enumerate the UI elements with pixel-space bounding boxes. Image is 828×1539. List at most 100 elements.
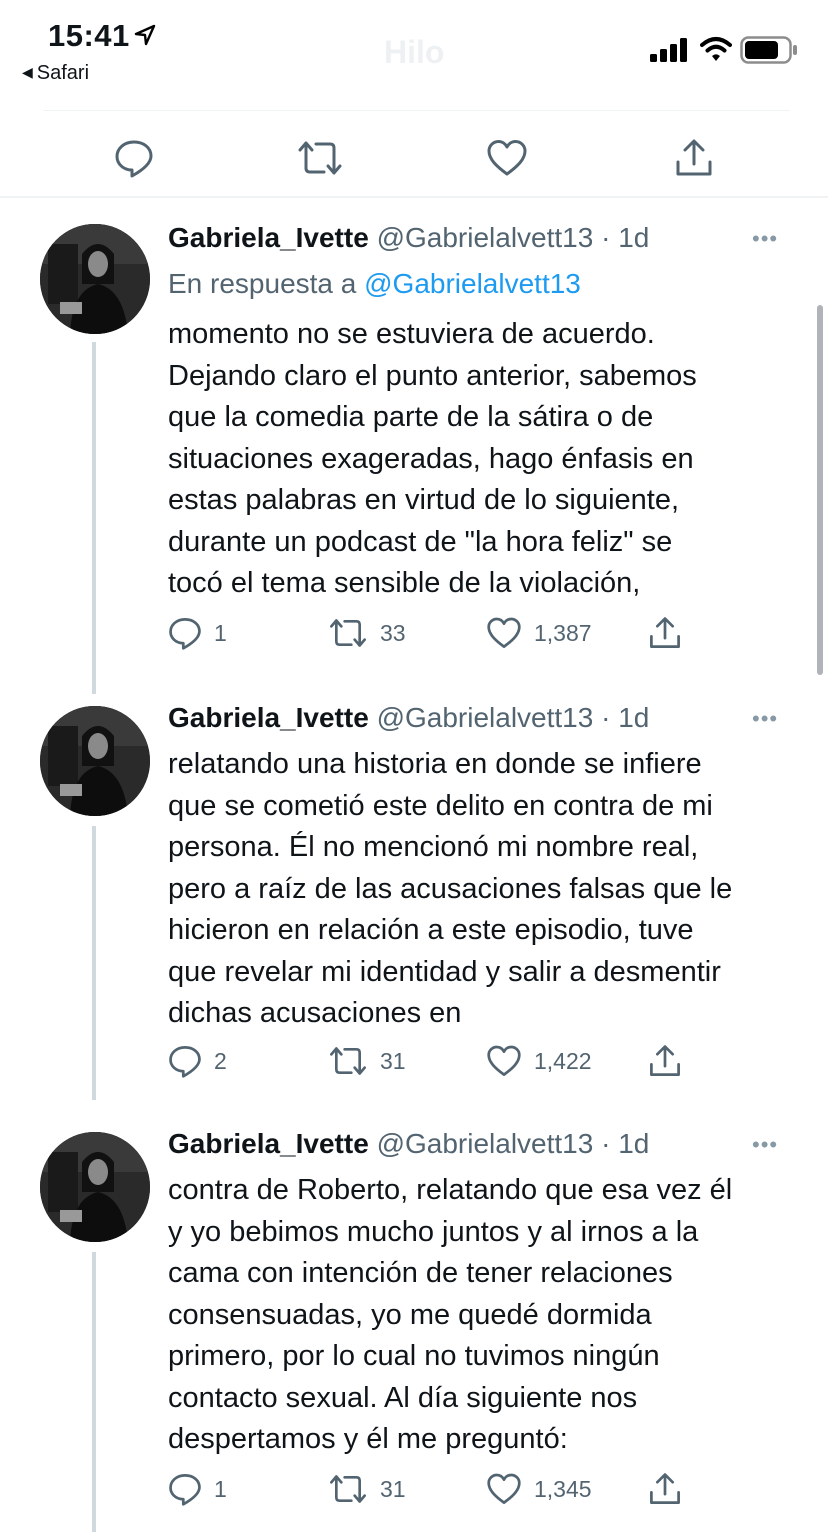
retweet-count: 31 bbox=[380, 1047, 406, 1074]
retweet-button[interactable]: 31 bbox=[328, 1044, 406, 1078]
text-line: situaciones exageradas, hago énfasis en bbox=[168, 442, 694, 475]
battery-icon bbox=[740, 36, 797, 64]
text-line: que la comedia parte de la sátira o de bbox=[168, 401, 654, 433]
reply-icon bbox=[169, 618, 201, 650]
share-button[interactable] bbox=[648, 1044, 682, 1078]
text-line: que revelar mi identidad y salir a desme… bbox=[168, 955, 721, 988]
more-icon[interactable]: ••• bbox=[752, 706, 778, 732]
tweet-text: contra de Roberto, relatando que esa vez… bbox=[168, 1170, 798, 1461]
share-button[interactable] bbox=[648, 616, 682, 650]
reply-button[interactable]: 2 bbox=[168, 1044, 227, 1078]
like-count: 1,422 bbox=[534, 1047, 592, 1074]
text-line: pero a raíz de las acusaciones falsas qu… bbox=[168, 872, 733, 905]
author-name[interactable]: Gabriela_Ivette bbox=[168, 222, 369, 253]
reply-count: 1 bbox=[214, 619, 227, 646]
share-button[interactable] bbox=[648, 1472, 682, 1506]
thread-line bbox=[92, 826, 96, 1100]
retweet-icon[interactable] bbox=[296, 138, 344, 178]
like-count: 1,387 bbox=[534, 619, 592, 646]
reply-to: En respuesta a @Gabrielalvett13 bbox=[168, 268, 581, 300]
share-icon bbox=[650, 617, 680, 648]
text-line: consensuadas, yo me quedé dormida bbox=[168, 1298, 652, 1331]
reply-mention-link[interactable]: @Gabrielalvett13 bbox=[364, 268, 581, 299]
cellular-signal-icon bbox=[650, 38, 687, 62]
tweet-actions: 1 31 1,345 bbox=[168, 1472, 788, 1512]
text-line: estas palabras en virtud de lo siguiente… bbox=[168, 484, 680, 516]
text-line: contacto sexual. Al día siguiente nos bbox=[168, 1381, 638, 1414]
like-button[interactable]: 1,345 bbox=[486, 1472, 592, 1506]
more-icon[interactable]: ••• bbox=[752, 226, 778, 252]
status-time: 15:41 bbox=[48, 18, 130, 53]
text-line: y yo bebimos mucho juntos y al irnos a l… bbox=[168, 1215, 699, 1248]
back-label: Safari bbox=[36, 62, 90, 84]
text-line: tocó el tema sensible de la violación, bbox=[168, 567, 641, 599]
text-line: hicieron en relación a este episodio, tu… bbox=[168, 914, 694, 946]
main-tweet-actions bbox=[0, 126, 828, 186]
back-triangle-icon: ◀ bbox=[22, 64, 33, 80]
retweet-icon bbox=[330, 619, 366, 647]
share-icon[interactable] bbox=[674, 138, 714, 178]
author-handle-time: @Gabrielalvett13 · 1d bbox=[376, 1128, 650, 1159]
text-line: durante un podcast de "la hora feliz" se bbox=[168, 525, 673, 558]
text-line: contra de Roberto, relatando que esa vez… bbox=[168, 1174, 733, 1206]
reply-button[interactable]: 1 bbox=[168, 1472, 227, 1506]
share-icon bbox=[650, 1045, 680, 1076]
thread-line bbox=[92, 1252, 96, 1532]
reply-icon[interactable] bbox=[114, 138, 154, 178]
text-line: momento no se estuviera de acuerdo. bbox=[168, 318, 655, 350]
tweet-header: Gabriela_Ivette @Gabrielalvett13 · 1d bbox=[168, 222, 649, 254]
reply-icon bbox=[169, 1474, 201, 1506]
avatar[interactable] bbox=[40, 1132, 150, 1242]
reply-prefix: En respuesta a bbox=[168, 268, 357, 299]
author-handle-time: @Gabrielalvett13 · 1d bbox=[376, 222, 650, 253]
wifi-icon bbox=[700, 37, 732, 61]
retweet-icon bbox=[330, 1047, 366, 1075]
retweet-icon bbox=[330, 1475, 366, 1503]
like-count: 1,345 bbox=[534, 1475, 592, 1502]
text-line: primero, por lo cual no tuvimos ningún bbox=[168, 1340, 660, 1372]
text-line: despertamos y él me preguntó: bbox=[168, 1423, 568, 1455]
text-line: que se cometió este delito en contra de … bbox=[168, 789, 713, 822]
location-arrow-icon bbox=[134, 24, 156, 46]
heart-icon[interactable] bbox=[486, 138, 528, 178]
text-line: Dejando claro el punto anterior, sabemos bbox=[168, 359, 697, 392]
avatar-photo bbox=[40, 224, 150, 334]
thread-line bbox=[92, 342, 96, 694]
text-line: persona. Él no mencionó mi nombre real, bbox=[168, 831, 699, 863]
section-divider bbox=[0, 184, 828, 198]
avatar-photo bbox=[40, 1132, 150, 1242]
reply-count: 2 bbox=[214, 1047, 227, 1074]
author-name[interactable]: Gabriela_Ivette bbox=[168, 702, 369, 733]
avatar-photo bbox=[40, 706, 150, 816]
reply-button[interactable]: 1 bbox=[168, 616, 227, 650]
reply-count: 1 bbox=[214, 1475, 227, 1502]
tweet-actions: 1 33 1,387 bbox=[168, 616, 788, 656]
heart-icon bbox=[487, 617, 521, 648]
header-title-ghost: Hilo bbox=[384, 34, 445, 70]
heart-icon bbox=[487, 1045, 521, 1076]
retweet-button[interactable]: 31 bbox=[328, 1472, 406, 1506]
scrollbar-thumb[interactable] bbox=[817, 305, 823, 675]
retweet-button[interactable]: 33 bbox=[328, 616, 406, 650]
tweet-actions: 2 31 1,422 bbox=[168, 1044, 788, 1084]
reply-icon bbox=[169, 1046, 201, 1078]
back-to-safari[interactable]: ◀ Safari bbox=[22, 62, 89, 85]
text-line: dichas acusaciones en bbox=[168, 997, 462, 1029]
avatar[interactable] bbox=[40, 706, 150, 816]
tweet-text: relatando una historia en donde se infie… bbox=[168, 744, 798, 1035]
tweet-header: Gabriela_Ivette @Gabrielalvett13 · 1d bbox=[168, 1128, 649, 1160]
like-button[interactable]: 1,387 bbox=[486, 616, 592, 650]
avatar[interactable] bbox=[40, 224, 150, 334]
text-line: cama con intención de tener relaciones bbox=[168, 1257, 673, 1289]
status-bar: Hilo 15:41 ◀ Safari bbox=[0, 0, 828, 100]
more-icon[interactable]: ••• bbox=[752, 1132, 778, 1158]
tweet-text: momento no se estuviera de acuerdo. Deja… bbox=[168, 314, 798, 605]
heart-icon bbox=[487, 1473, 521, 1504]
author-name[interactable]: Gabriela_Ivette bbox=[168, 1128, 369, 1159]
tweet-header: Gabriela_Ivette @Gabrielalvett13 · 1d bbox=[168, 702, 649, 734]
divider bbox=[44, 110, 790, 111]
retweet-count: 33 bbox=[380, 619, 406, 646]
text-line: relatando una historia en donde se infie… bbox=[168, 748, 702, 780]
like-button[interactable]: 1,422 bbox=[486, 1044, 592, 1078]
author-handle-time: @Gabrielalvett13 · 1d bbox=[376, 702, 650, 733]
